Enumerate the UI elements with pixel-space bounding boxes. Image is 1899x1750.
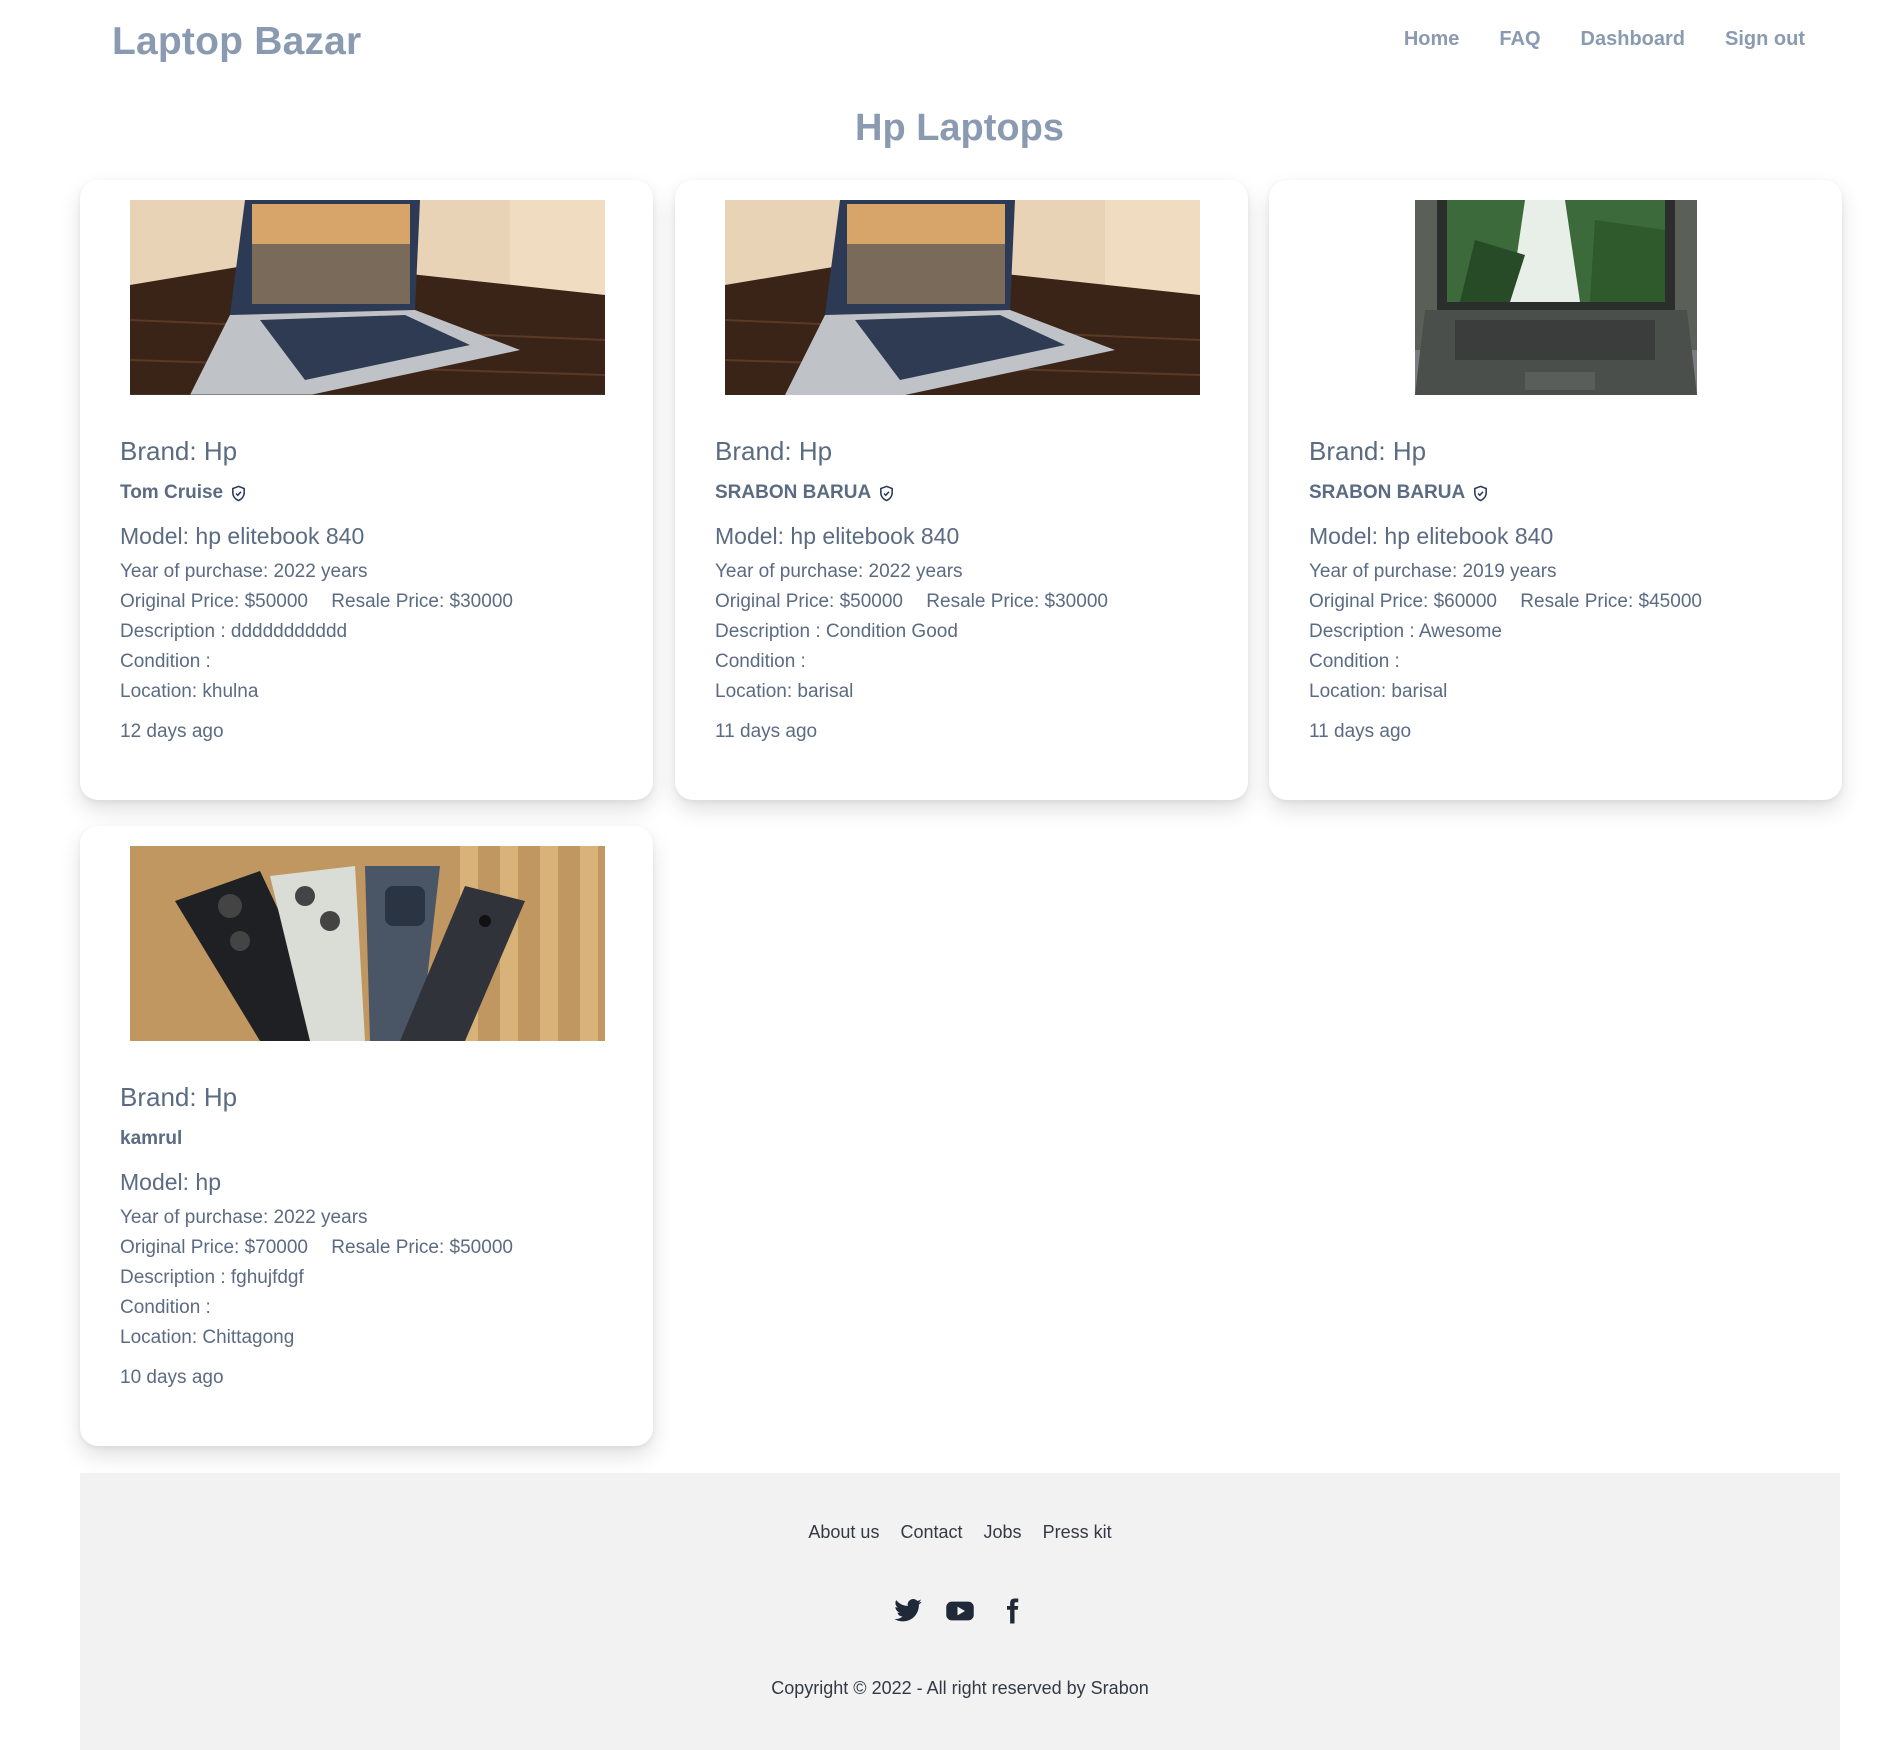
product-brand: Brand: Hp	[715, 436, 833, 466]
verified-shield-icon	[230, 485, 247, 502]
price-row: Original Price: $60000 Resale Price: $45…	[1309, 587, 1822, 617]
price-row: Original Price: $70000 Resale Price: $50…	[120, 1233, 633, 1263]
product-description: Description : Condition Good	[715, 621, 958, 642]
purchase-year: Year of purchase: 2022 years	[715, 561, 963, 582]
social-links	[80, 1596, 1840, 1626]
seller-name: Tom Cruise	[120, 481, 633, 505]
resale-price: Resale Price: $30000	[926, 591, 1108, 612]
product-image	[1415, 200, 1697, 395]
footer-about-link[interactable]: About us	[808, 1522, 879, 1542]
original-price: Original Price: $50000	[715, 591, 903, 612]
resale-price: Resale Price: $30000	[331, 591, 513, 612]
seller-name-text: SRABON BARUA	[715, 482, 872, 503]
product-image	[725, 200, 1200, 395]
main-nav: Home FAQ Dashboard Sign out	[1404, 28, 1805, 51]
navbar: Laptop Bazar Home FAQ Dashboard Sign out	[0, 0, 1899, 86]
product-location: Location: barisal	[715, 681, 854, 702]
nav-signout-link[interactable]: Sign out	[1725, 28, 1805, 51]
product-card: Brand: Hp SRABON BARUA Model: hp elitebo…	[675, 180, 1248, 800]
product-details: Brand: Hp SRABON BARUA Model: hp elitebo…	[1309, 435, 1822, 747]
posted-time: 11 days ago	[715, 721, 818, 742]
resale-price: Resale Price: $50000	[331, 1237, 513, 1258]
copyright-text: Copyright © 2022 - All right reserved by…	[771, 1678, 1149, 1698]
product-description: Description : fghujfdgf	[120, 1267, 304, 1288]
original-price: Original Price: $50000	[120, 591, 308, 612]
seller-name-text: SRABON BARUA	[1309, 482, 1466, 503]
product-card: Brand: Hp SRABON BARUA Model: hp elitebo…	[1269, 180, 1842, 800]
product-model: Model: hp elitebook 840	[1309, 523, 1554, 549]
product-card: Brand: Hp kamrul Model: hp Year of purch…	[80, 826, 653, 1446]
product-location: Location: khulna	[120, 681, 259, 702]
product-description: Description : Awesome	[1309, 621, 1502, 642]
footer-jobs-link[interactable]: Jobs	[984, 1522, 1022, 1542]
product-image	[130, 846, 605, 1041]
seller-name-text: Tom Cruise	[120, 482, 224, 503]
resale-price: Resale Price: $45000	[1520, 591, 1702, 612]
product-location: Location: barisal	[1309, 681, 1448, 702]
verified-shield-icon	[1472, 485, 1489, 502]
footer-contact-link[interactable]: Contact	[900, 1522, 962, 1542]
footer-presskit-link[interactable]: Press kit	[1043, 1522, 1112, 1542]
product-brand: Brand: Hp	[120, 1082, 238, 1112]
original-price: Original Price: $70000	[120, 1237, 308, 1258]
product-details: Brand: Hp Tom Cruise Model: hp elitebook…	[120, 435, 633, 747]
nav-dashboard-link[interactable]: Dashboard	[1581, 28, 1685, 51]
product-location: Location: Chittagong	[120, 1327, 295, 1348]
purchase-year: Year of purchase: 2019 years	[1309, 561, 1557, 582]
product-brand: Brand: Hp	[1309, 436, 1427, 466]
seller-name: kamrul	[120, 1127, 633, 1151]
seller-name: SRABON BARUA	[1309, 481, 1822, 505]
original-price: Original Price: $60000	[1309, 591, 1497, 612]
product-condition: Condition :	[120, 651, 211, 672]
twitter-icon[interactable]	[893, 1596, 923, 1626]
posted-time: 10 days ago	[120, 1367, 224, 1388]
price-row: Original Price: $50000 Resale Price: $30…	[120, 587, 633, 617]
purchase-year: Year of purchase: 2022 years	[120, 1207, 368, 1228]
page-title: Hp Laptops	[855, 107, 1064, 149]
product-details: Brand: Hp kamrul Model: hp Year of purch…	[120, 1081, 633, 1393]
seller-name: SRABON BARUA	[715, 481, 1228, 505]
posted-time: 12 days ago	[120, 721, 224, 742]
facebook-icon[interactable]	[997, 1596, 1027, 1626]
product-model: Model: hp elitebook 840	[715, 523, 960, 549]
product-image	[130, 200, 605, 395]
product-condition: Condition :	[1309, 651, 1400, 672]
product-card: Brand: Hp Tom Cruise Model: hp elitebook…	[80, 180, 653, 800]
product-model: Model: hp	[120, 1169, 222, 1195]
product-brand: Brand: Hp	[120, 436, 238, 466]
nav-home-link[interactable]: Home	[1404, 28, 1460, 51]
purchase-year: Year of purchase: 2022 years	[120, 561, 368, 582]
youtube-icon[interactable]	[945, 1596, 975, 1626]
site-logo[interactable]: Laptop Bazar	[112, 20, 361, 64]
footer-links: About us Contact Jobs Press kit	[80, 1522, 1840, 1543]
posted-time: 11 days ago	[1309, 721, 1412, 742]
nav-faq-link[interactable]: FAQ	[1499, 28, 1540, 51]
product-details: Brand: Hp SRABON BARUA Model: hp elitebo…	[715, 435, 1228, 747]
price-row: Original Price: $50000 Resale Price: $30…	[715, 587, 1228, 617]
product-condition: Condition :	[715, 651, 806, 672]
product-condition: Condition :	[120, 1297, 211, 1318]
seller-name-text: kamrul	[120, 1128, 183, 1149]
verified-shield-icon	[878, 485, 895, 502]
site-footer: About us Contact Jobs Press kit Copyrigh…	[80, 1473, 1840, 1750]
product-description: Description : ddddddddddd	[120, 621, 348, 642]
product-model: Model: hp elitebook 840	[120, 523, 365, 549]
